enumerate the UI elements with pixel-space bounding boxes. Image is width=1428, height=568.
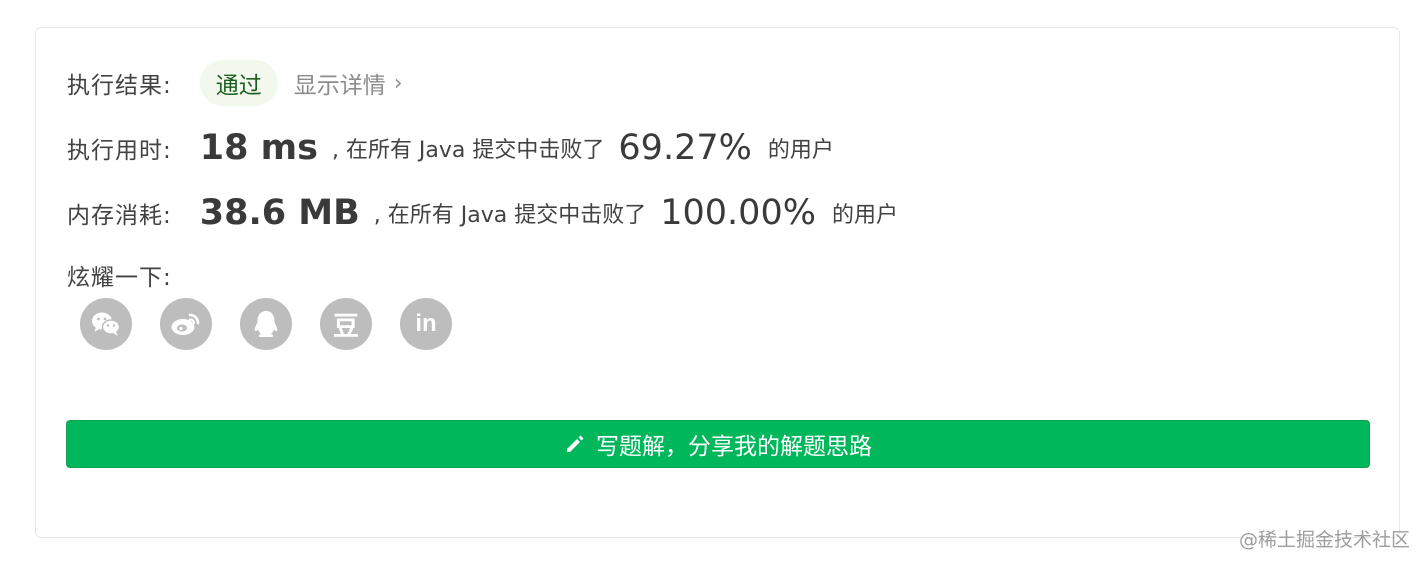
runtime-value: 18 ms (199, 128, 318, 168)
memory-middle-text: , 在所有 Java 提交中击败了 (373, 203, 647, 228)
watermark: @稀土掘金技术社区 (1238, 529, 1410, 551)
runtime-row: 执行用时: 18 ms , 在所有 Java 提交中击败了 69.27% 的用户 (67, 126, 834, 170)
memory-tail-text: 的用户 (831, 203, 898, 228)
result-label: 执行结果: (67, 73, 172, 99)
share-row: 炫耀一下: (67, 255, 172, 295)
runtime-middle-text: , 在所有 Java 提交中击败了 (331, 138, 605, 163)
runtime-label: 执行用时: (67, 138, 172, 164)
share-label: 炫耀一下: (67, 265, 172, 291)
share-icons: 豆 in (80, 298, 452, 350)
show-details-link[interactable]: 显示详情 › (294, 66, 403, 100)
status-badge: 通过 (199, 60, 278, 106)
weibo-icon (171, 313, 200, 335)
linkedin-icon: in (415, 310, 437, 337)
runtime-tail-text: 的用户 (767, 138, 834, 163)
wechat-share-button[interactable] (80, 298, 132, 350)
write-solution-label: 写题解，分享我的解题思路 (596, 434, 872, 460)
memory-label: 内存消耗: (67, 203, 172, 229)
memory-value: 38.6 MB (199, 193, 360, 233)
memory-row: 内存消耗: 38.6 MB , 在所有 Java 提交中击败了 100.00% … (67, 191, 898, 235)
qq-share-button[interactable] (240, 298, 292, 350)
show-details-label: 显示详情 (293, 73, 386, 99)
chevron-right-icon: › (393, 70, 403, 96)
douban-icon: 豆 (332, 311, 359, 342)
submission-result-card: 执行结果: 通过 显示详情 › 执行用时: 18 ms , 在所有 Java 提… (35, 27, 1400, 538)
memory-percent: 100.00% (660, 193, 816, 233)
wechat-icon (92, 312, 121, 336)
linkedin-share-button[interactable]: in (400, 298, 452, 350)
write-solution-button[interactable]: 写题解，分享我的解题思路 (66, 420, 1370, 468)
douban-share-button[interactable]: 豆 (320, 298, 372, 350)
runtime-percent: 69.27% (618, 128, 752, 168)
pencil-icon (567, 435, 584, 452)
weibo-share-button[interactable] (160, 298, 212, 350)
qq-icon (254, 311, 278, 337)
result-row: 执行结果: 通过 显示详情 › (67, 58, 403, 108)
